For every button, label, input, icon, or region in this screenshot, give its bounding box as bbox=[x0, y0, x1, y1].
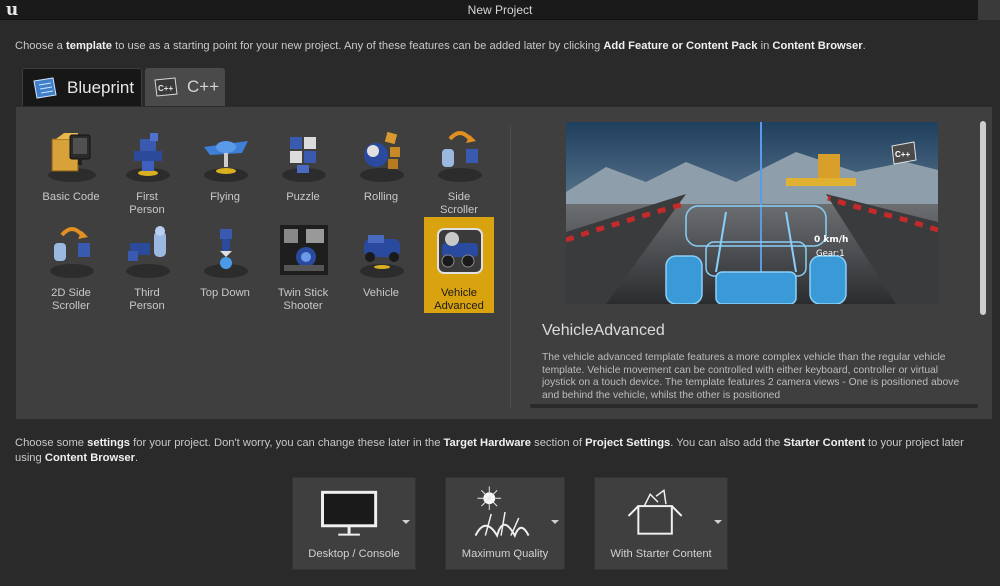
panel-divider bbox=[510, 125, 511, 409]
chevron-down-icon bbox=[714, 520, 722, 524]
template-puzzle[interactable]: Puzzle bbox=[268, 121, 338, 217]
twin-stick-shooter-icon bbox=[280, 225, 328, 275]
svg-text:C++: C++ bbox=[158, 84, 173, 93]
window-title: New Project bbox=[467, 3, 533, 17]
side-scroller-icon bbox=[438, 131, 482, 182]
template-preview-image: 0 km/h Gear:1 C++ bbox=[566, 122, 938, 304]
tab-blueprint[interactable]: Blueprint bbox=[22, 68, 142, 106]
intro-text: Choose a template to use as a starting p… bbox=[15, 40, 866, 52]
monitor-icon bbox=[321, 490, 378, 536]
preview-gear: Gear:1 bbox=[816, 249, 845, 259]
template-label: First Person bbox=[129, 191, 165, 216]
template-label: Flying bbox=[210, 191, 240, 203]
template-label: 2D Side Scroller bbox=[51, 287, 91, 312]
vehicle-icon bbox=[360, 235, 404, 278]
template-label: Top Down bbox=[200, 287, 250, 299]
third-person-icon bbox=[126, 226, 170, 278]
template-detail-title: VehicleAdvanced bbox=[542, 322, 665, 339]
template-vehicle-advanced[interactable]: Vehicle Advanced bbox=[424, 217, 494, 313]
2d-side-scroller-icon bbox=[50, 227, 94, 278]
tab-blueprint-label: Blueprint bbox=[67, 77, 135, 97]
basic-code-icon bbox=[48, 133, 96, 182]
first-person-icon bbox=[126, 133, 170, 182]
template-label: Twin Stick Shooter bbox=[277, 287, 329, 312]
cpp-icon: C++ bbox=[154, 77, 178, 97]
template-label: Side Scroller bbox=[440, 191, 478, 216]
title-bar: u New Project bbox=[0, 0, 1000, 20]
template-label: Vehicle Advanced bbox=[434, 287, 484, 312]
template-side-scroller[interactable]: Side Scroller bbox=[424, 121, 494, 217]
flying-icon bbox=[204, 141, 248, 182]
template-label: Third Person bbox=[129, 287, 165, 312]
template-label: Vehicle bbox=[362, 287, 400, 299]
template-label: Puzzle bbox=[286, 191, 320, 203]
blueprint-icon bbox=[33, 76, 57, 99]
description-scroll-track[interactable] bbox=[530, 404, 978, 408]
vehicle-advanced-icon bbox=[437, 228, 483, 274]
template-2d-side-scroller[interactable]: 2D Side Scroller bbox=[36, 217, 106, 313]
template-detail-description: The vehicle advanced template features a… bbox=[542, 352, 960, 401]
template-basic-code[interactable]: Basic Code bbox=[36, 121, 106, 217]
template-vehicle[interactable]: Vehicle bbox=[346, 217, 416, 313]
template-panel: Basic Code First Person Flying Puzzle Ro… bbox=[15, 106, 993, 420]
tab-cpp[interactable]: C++ C++ bbox=[145, 68, 225, 106]
settings-intro-text: Choose some settings for your project. D… bbox=[15, 437, 964, 464]
template-label: Rolling bbox=[363, 191, 399, 203]
chevron-down-icon bbox=[551, 520, 559, 524]
top-down-icon bbox=[204, 229, 248, 278]
quality-icon bbox=[474, 486, 530, 538]
template-third-person[interactable]: Third Person bbox=[112, 217, 182, 313]
template-rolling[interactable]: Rolling bbox=[346, 121, 416, 217]
template-top-down[interactable]: Top Down bbox=[190, 217, 260, 313]
puzzle-icon bbox=[282, 137, 326, 182]
tab-cpp-label: C++ bbox=[187, 77, 220, 96]
setting-label: With Starter Content bbox=[610, 548, 712, 560]
template-label: Basic Code bbox=[42, 191, 100, 203]
template-flying[interactable]: Flying bbox=[190, 121, 260, 217]
preview-speed: 0 km/h bbox=[814, 235, 848, 245]
detail-scrollbar[interactable] bbox=[980, 121, 986, 315]
starter-content-dropdown[interactable]: With Starter Content bbox=[594, 477, 728, 570]
window-close-button[interactable] bbox=[978, 0, 1000, 20]
template-twin-stick-shooter[interactable]: Twin Stick Shooter bbox=[268, 217, 338, 313]
setting-label: Maximum Quality bbox=[461, 548, 549, 560]
chevron-down-icon bbox=[402, 520, 410, 524]
template-first-person[interactable]: First Person bbox=[112, 121, 182, 217]
setting-label: Desktop / Console bbox=[308, 548, 400, 560]
rolling-icon bbox=[360, 131, 404, 182]
hardware-target-dropdown[interactable]: Desktop / Console bbox=[292, 477, 416, 570]
preview-cpp-badge: C++ bbox=[895, 150, 910, 159]
starter-content-icon bbox=[627, 488, 683, 535]
graphics-quality-dropdown[interactable]: Maximum Quality bbox=[445, 477, 565, 570]
